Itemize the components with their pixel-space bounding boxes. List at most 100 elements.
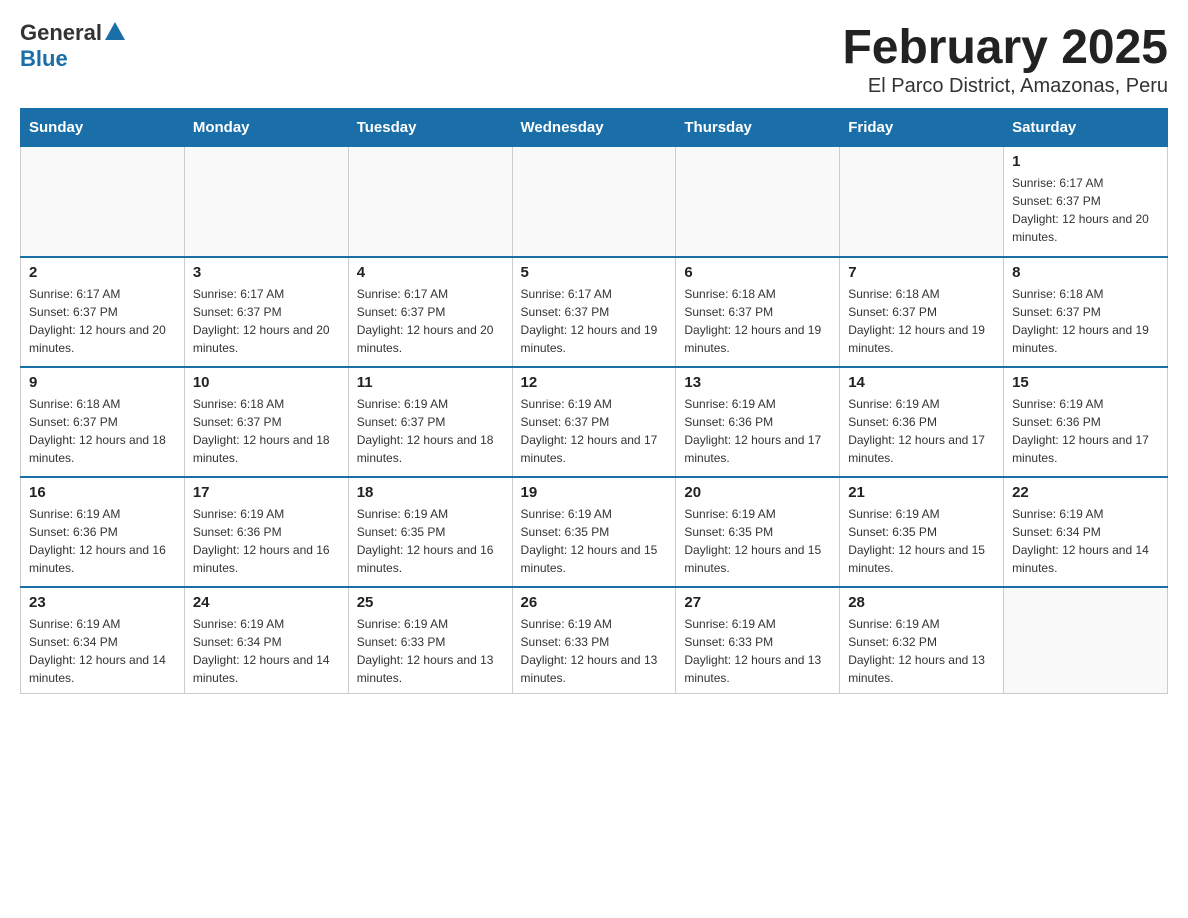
day-number: 3 [193,264,340,281]
day-info: Sunrise: 6:19 AMSunset: 6:33 PMDaylight:… [357,615,504,687]
calendar-cell: 19 Sunrise: 6:19 AMSunset: 6:35 PMDayligh… [512,477,676,587]
day-number: 24 [193,594,340,611]
day-info: Sunrise: 6:19 AMSunset: 6:35 PMDaylight:… [684,505,831,577]
day-number: 22 [1012,484,1159,501]
day-number: 20 [684,484,831,501]
day-number: 1 [1012,153,1159,170]
day-number: 13 [684,374,831,391]
day-number: 11 [357,374,504,391]
day-info: Sunrise: 6:19 AMSunset: 6:34 PMDaylight:… [29,615,176,687]
day-number: 23 [29,594,176,611]
calendar-cell [348,147,512,257]
calendar-cell: 16 Sunrise: 6:19 AMSunset: 6:36 PMDayligh… [21,477,185,587]
calendar-cell: 9 Sunrise: 6:18 AMSunset: 6:37 PMDaylight… [21,367,185,477]
day-info: Sunrise: 6:19 AMSunset: 6:35 PMDaylight:… [848,505,995,577]
day-info: Sunrise: 6:17 AMSunset: 6:37 PMDaylight:… [193,285,340,357]
calendar-cell: 3 Sunrise: 6:17 AMSunset: 6:37 PMDaylight… [184,257,348,367]
day-info: Sunrise: 6:18 AMSunset: 6:37 PMDaylight:… [848,285,995,357]
calendar-cell: 8 Sunrise: 6:18 AMSunset: 6:37 PMDaylight… [1004,257,1168,367]
day-info: Sunrise: 6:18 AMSunset: 6:37 PMDaylight:… [193,395,340,467]
day-number: 12 [521,374,668,391]
day-info: Sunrise: 6:19 AMSunset: 6:37 PMDaylight:… [357,395,504,467]
day-info: Sunrise: 6:19 AMSunset: 6:34 PMDaylight:… [193,615,340,687]
day-number: 28 [848,594,995,611]
calendar-cell: 13 Sunrise: 6:19 AMSunset: 6:36 PMDayligh… [676,367,840,477]
calendar-week-row: 2 Sunrise: 6:17 AMSunset: 6:37 PMDaylight… [21,257,1168,367]
day-number: 15 [1012,374,1159,391]
day-number: 7 [848,264,995,281]
day-number: 21 [848,484,995,501]
header-saturday: Saturday [1004,109,1168,147]
calendar-table: Sunday Monday Tuesday Wednesday Thursday… [20,108,1168,694]
calendar-cell [184,147,348,257]
calendar-title: February 2025 [842,20,1168,75]
header-sunday: Sunday [21,109,185,147]
day-info: Sunrise: 6:18 AMSunset: 6:37 PMDaylight:… [29,395,176,467]
day-number: 5 [521,264,668,281]
day-info: Sunrise: 6:19 AMSunset: 6:36 PMDaylight:… [684,395,831,467]
calendar-cell: 7 Sunrise: 6:18 AMSunset: 6:37 PMDaylight… [840,257,1004,367]
calendar-cell: 2 Sunrise: 6:17 AMSunset: 6:37 PMDaylight… [21,257,185,367]
calendar-cell: 4Sunrise: 6:17 AMSunset: 6:37 PMDaylight… [348,257,512,367]
calendar-cell: 6Sunrise: 6:18 AMSunset: 6:37 PMDaylight… [676,257,840,367]
calendar-cell: 20 Sunrise: 6:19 AMSunset: 6:35 PMDayligh… [676,477,840,587]
day-number: 18 [357,484,504,501]
day-number: 14 [848,374,995,391]
day-info: Sunrise: 6:19 AMSunset: 6:36 PMDaylight:… [193,505,340,577]
logo-triangle-icon [105,22,125,40]
calendar-cell [676,147,840,257]
calendar-cell: 5 Sunrise: 6:17 AMSunset: 6:37 PMDaylight… [512,257,676,367]
weekday-header-row: Sunday Monday Tuesday Wednesday Thursday… [21,109,1168,147]
title-block: February 2025 El Parco District, Amazona… [842,20,1168,98]
day-number: 26 [521,594,668,611]
calendar-cell: 10 Sunrise: 6:18 AMSunset: 6:37 PMDayligh… [184,367,348,477]
calendar-cell [512,147,676,257]
calendar-week-row: 16 Sunrise: 6:19 AMSunset: 6:36 PMDayligh… [21,477,1168,587]
day-info: Sunrise: 6:19 AMSunset: 6:36 PMDaylight:… [29,505,176,577]
calendar-cell: 1Sunrise: 6:17 AMSunset: 6:37 PMDaylight… [1004,147,1168,257]
calendar-week-row: 9 Sunrise: 6:18 AMSunset: 6:37 PMDaylight… [21,367,1168,477]
day-info: Sunrise: 6:19 AMSunset: 6:34 PMDaylight:… [1012,505,1159,577]
header-wednesday: Wednesday [512,109,676,147]
calendar-cell: 27Sunrise: 6:19 AMSunset: 6:33 PMDayligh… [676,587,840,694]
day-number: 2 [29,264,176,281]
day-info: Sunrise: 6:17 AMSunset: 6:37 PMDaylight:… [357,285,504,357]
day-number: 9 [29,374,176,391]
calendar-cell: 23 Sunrise: 6:19 AMSunset: 6:34 PMDayligh… [21,587,185,694]
day-info: Sunrise: 6:18 AMSunset: 6:37 PMDaylight:… [1012,285,1159,357]
day-info: Sunrise: 6:19 AMSunset: 6:36 PMDaylight:… [1012,395,1159,467]
day-number: 25 [357,594,504,611]
day-number: 19 [521,484,668,501]
calendar-cell: 24 Sunrise: 6:19 AMSunset: 6:34 PMDayligh… [184,587,348,694]
day-info: Sunrise: 6:17 AMSunset: 6:37 PMDaylight:… [521,285,668,357]
day-number: 6 [684,264,831,281]
day-number: 8 [1012,264,1159,281]
logo-general-text: General [20,20,102,45]
page-header: General Blue February 2025 El Parco Dist… [20,20,1168,98]
day-number: 16 [29,484,176,501]
calendar-week-row: 1Sunrise: 6:17 AMSunset: 6:37 PMDaylight… [21,147,1168,257]
day-number: 27 [684,594,831,611]
header-monday: Monday [184,109,348,147]
calendar-cell: 12 Sunrise: 6:19 AMSunset: 6:37 PMDayligh… [512,367,676,477]
header-thursday: Thursday [676,109,840,147]
day-info: Sunrise: 6:19 AMSunset: 6:33 PMDaylight:… [521,615,668,687]
logo-mark: General Blue [20,20,125,72]
calendar-cell: 17Sunrise: 6:19 AMSunset: 6:36 PMDayligh… [184,477,348,587]
calendar-week-row: 23 Sunrise: 6:19 AMSunset: 6:34 PMDayligh… [21,587,1168,694]
calendar-cell: 18 Sunrise: 6:19 AMSunset: 6:35 PMDayligh… [348,477,512,587]
day-number: 10 [193,374,340,391]
day-info: Sunrise: 6:19 AMSunset: 6:37 PMDaylight:… [521,395,668,467]
logo-blue-text: Blue [20,46,125,72]
calendar-cell: 11 Sunrise: 6:19 AMSunset: 6:37 PMDayligh… [348,367,512,477]
header-friday: Friday [840,109,1004,147]
calendar-cell: 14 Sunrise: 6:19 AMSunset: 6:36 PMDayligh… [840,367,1004,477]
day-info: Sunrise: 6:19 AMSunset: 6:35 PMDaylight:… [521,505,668,577]
calendar-cell: 26 Sunrise: 6:19 AMSunset: 6:33 PMDayligh… [512,587,676,694]
calendar-cell: 28Sunrise: 6:19 AMSunset: 6:32 PMDayligh… [840,587,1004,694]
header-tuesday: Tuesday [348,109,512,147]
day-info: Sunrise: 6:19 AMSunset: 6:35 PMDaylight:… [357,505,504,577]
day-info: Sunrise: 6:17 AMSunset: 6:37 PMDaylight:… [29,285,176,357]
day-info: Sunrise: 6:19 AMSunset: 6:36 PMDaylight:… [848,395,995,467]
calendar-cell [21,147,185,257]
